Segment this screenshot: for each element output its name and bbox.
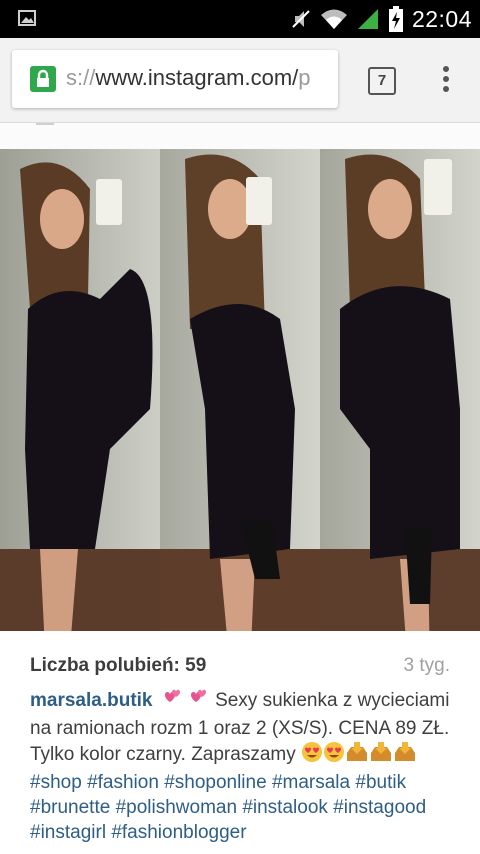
- inbox-tray-icon: [345, 741, 369, 770]
- revolving-hearts-icon: [184, 687, 210, 716]
- url-path: p: [298, 65, 311, 90]
- likes-count[interactable]: Liczba polubień: 59: [30, 655, 206, 677]
- url-scheme: s://: [66, 65, 96, 90]
- revolving-hearts-icon: [158, 687, 184, 716]
- hashtag-link[interactable]: #instagirl: [30, 822, 106, 843]
- inbox-tray-icon: [369, 741, 393, 770]
- battery-charging-icon: [388, 6, 403, 32]
- hashtag-link[interactable]: #fashion: [87, 772, 159, 793]
- heart-eyes-icon: [323, 741, 345, 770]
- heart-eyes-icon: [301, 741, 323, 770]
- url-text[interactable]: s://www.instagram.com/p: [66, 65, 311, 91]
- status-bar: 22:04: [0, 0, 480, 38]
- overflow-menu-icon[interactable]: [436, 66, 456, 96]
- photo-panel-3: [320, 149, 480, 631]
- hashtag-link[interactable]: #instagood: [333, 797, 426, 818]
- wifi-icon: [320, 9, 347, 29]
- post-caption: marsala.butik Sexy sukienka z wycieciami…: [30, 687, 455, 845]
- muted-icon: [292, 10, 310, 28]
- hashtag-link[interactable]: #shoponline: [164, 772, 266, 793]
- browser-toolbar: s://www.instagram.com/p 7: [0, 38, 480, 123]
- url-host: www.instagram.com/: [95, 65, 299, 90]
- hashtag-link[interactable]: #brunette: [30, 797, 110, 818]
- tab-switcher-button[interactable]: 7: [368, 67, 396, 95]
- clock: 22:04: [411, 5, 472, 32]
- address-bar[interactable]: s://www.instagram.com/p: [12, 50, 338, 108]
- hashtag-link[interactable]: #shop: [30, 772, 82, 793]
- lock-icon[interactable]: [30, 66, 56, 92]
- username-link[interactable]: marsala.butik: [30, 690, 153, 711]
- image-notification-icon: [18, 10, 36, 26]
- header-divider: [0, 123, 480, 149]
- post-photo[interactable]: [0, 149, 480, 631]
- hashtag-link[interactable]: #butik: [355, 772, 406, 793]
- hashtag-link[interactable]: #marsala: [272, 772, 350, 793]
- hashtag-link[interactable]: #polishwoman: [116, 797, 237, 818]
- hashtag-link[interactable]: #instalook: [242, 797, 328, 818]
- inbox-tray-icon: [393, 741, 417, 770]
- signal-icon: [357, 9, 378, 29]
- post-meta: Liczba polubień: 59 3 tyg. marsala.butik…: [0, 631, 480, 854]
- post-timestamp[interactable]: 3 tyg.: [404, 655, 450, 677]
- photo-panel-2: [160, 149, 320, 631]
- photo-panel-1: [0, 149, 160, 631]
- hashtag-link[interactable]: #fashionblogger: [111, 822, 246, 843]
